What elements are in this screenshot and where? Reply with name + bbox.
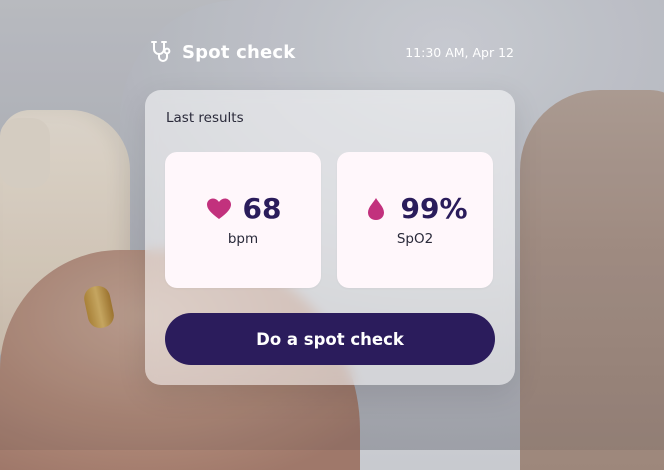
do-spot-check-button[interactable]: Do a spot check [165,313,495,365]
spo2-tile: 99% SpO2 [337,152,493,288]
timestamp: 11:30 AM, Apr 12 [405,44,514,60]
header: Spot check 11:30 AM, Apr 12 [148,37,514,67]
heart-rate-value: 68 [242,192,282,225]
title-group: Spot check [148,39,295,65]
results-card: Last results 68 bpm 99% SpO2 Do a spot c… [145,90,515,385]
heart-rate-tile: 68 bpm [165,152,321,288]
drop-icon [362,195,390,223]
spo2-value: 99% [400,192,468,225]
spo2-row: 99% [362,192,468,225]
heart-icon [205,195,233,223]
spo2-unit: SpO2 [396,231,434,247]
page-title: Spot check [182,41,296,63]
heart-rate-row: 68 [205,192,282,225]
stethoscope-icon [148,39,174,65]
card-label: Last results [166,110,244,126]
heart-rate-unit: bpm [227,231,259,247]
